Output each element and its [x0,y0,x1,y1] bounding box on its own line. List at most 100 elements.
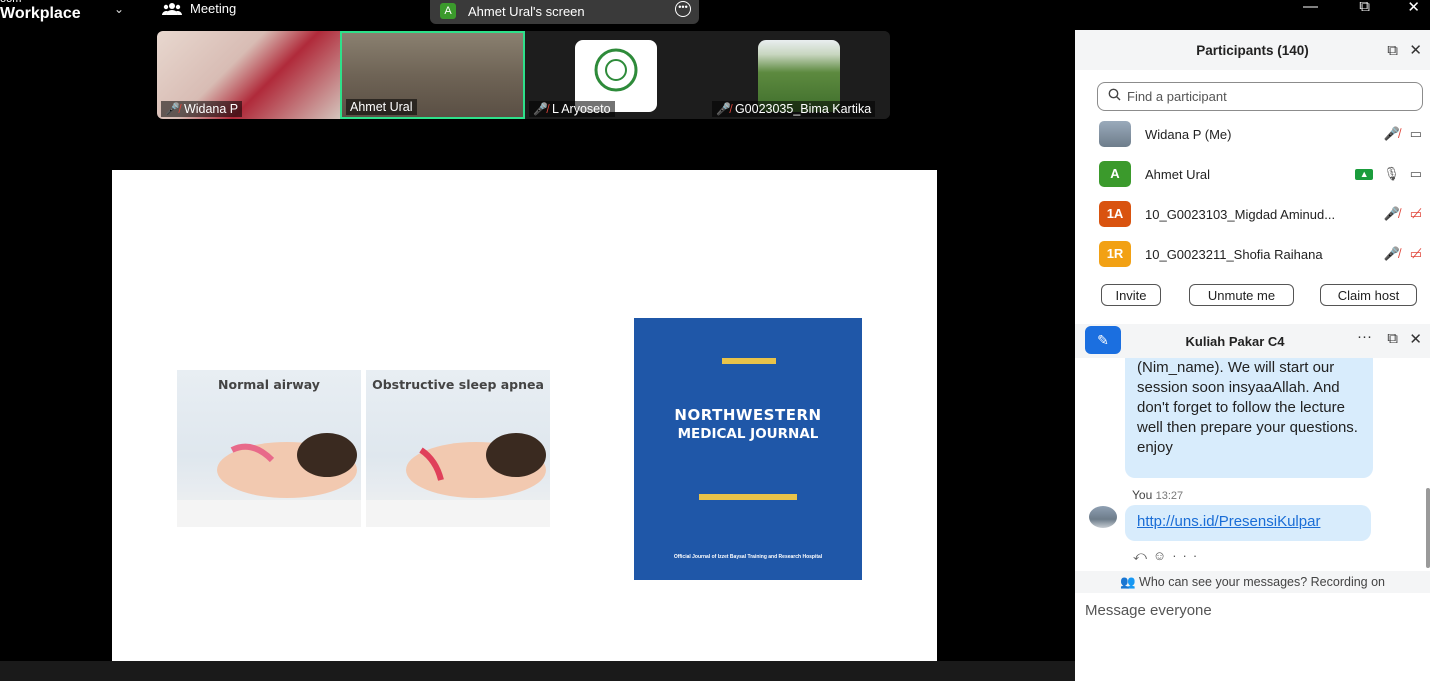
sleep-apnea-panel: Obstructive sleep apnea [366,370,550,527]
participant-name: Widana P (Me) [1145,126,1232,142]
journal-title: NORTHWESTERN MEDICAL JOURNAL [634,406,862,442]
mic-muted-icon: 🎤̸ [165,102,180,116]
tile-name-tag: 🎤̸ Widana P [161,101,243,117]
chat-scrollbar[interactable] [1426,488,1430,568]
participant-controls: 🎤̸ ▭̸ [1384,206,1422,222]
participant-controls: 🎤̸ ▭̸ [1384,246,1422,262]
participant-row[interactable]: Widana P (Me) 🎤̸ ▭ [1075,114,1430,154]
zoom-window: oom Workplace ⌄ Meeting A Ahmet Ural's s… [0,0,1430,681]
tile-name-tag: 🎤̸ L Aryoseto [529,101,615,117]
issn-tag [722,358,776,364]
video-icon[interactable]: ▭ [1410,126,1422,142]
participants-header: Participants (140) ⧉ ✕ [1075,30,1430,70]
journal-title-line1: NORTHWESTERN [674,406,822,424]
video-thumbnail-strip: 🎤̸ Widana P Ahmet Ural 🎤̸ L Aryoseto 🎤̸ … [157,31,890,119]
message-time: 13:27 [1155,490,1184,502]
minimize-button[interactable]: — [1303,0,1318,15]
close-icon[interactable]: ✕ [1409,330,1422,348]
chat-title: Kuliah Pakar C4 [1185,334,1285,349]
claim-host-button[interactable]: Claim host [1320,284,1417,306]
unmute-me-button[interactable]: Unmute me [1189,284,1294,306]
tile-name: L Aryoseto [551,102,611,116]
pop-out-icon[interactable]: ⧉ [1387,30,1398,72]
top-bar: oom Workplace ⌄ Meeting A Ahmet Ural's s… [0,0,1075,30]
video-tile[interactable]: 🎤̸ L Aryoseto [525,31,708,119]
participant-name: 10_G0023211_Shofia Raihana [1145,246,1323,262]
visibility-notice[interactable]: 👥 Who can see your messages? Recording o… [1075,571,1430,593]
avatar: 1R [1099,241,1131,267]
avatar: 1A [1099,201,1131,227]
mic-muted-icon: 🎤̸ [533,102,548,116]
video-off-icon[interactable]: ▭̸ [1410,206,1422,222]
more-icon[interactable]: ··· [1172,548,1203,563]
more-icon[interactable]: ··· [1357,328,1372,345]
message-sender: You 13:27 [1132,488,1183,502]
participants-title: Participants (140) [1196,43,1309,58]
invite-button[interactable]: Invite [1101,284,1161,306]
volume-tag [699,494,797,500]
video-tile-active-speaker[interactable]: Ahmet Ural [340,31,525,119]
meeting-label: Meeting [190,1,237,16]
brand-line2: Workplace [0,5,81,22]
participant-name: Ahmet Ural [1145,166,1211,182]
emoji-icon[interactable]: ☺ [1153,548,1172,563]
chat-messages: (Nim_name). We will start our session so… [1075,358,1430,599]
window-controls: — ⧉ ✕ [1280,0,1430,18]
participant-row[interactable]: A Ahmet Ural ▲ 🎙 ▭ [1075,154,1430,194]
chevron-down-icon[interactable]: ⌄ [114,2,124,16]
tile-name: Widana P [183,102,239,116]
journal-cover: NORTHWESTERN MEDICAL JOURNAL Official Jo… [634,318,862,580]
video-tile[interactable]: 🎤̸ G0023035_Bima Kartika [708,31,890,119]
people-icon: 👥 [1119,575,1136,589]
search-icon [1108,88,1121,106]
airway-illustration: Normal airway Obstructive sleep apnea [177,370,551,527]
avatar [1099,121,1131,147]
mic-icon[interactable]: 🎙 [1383,166,1400,182]
journal-footer: Official Journal of Izzet Baysal Trainin… [673,554,823,560]
participant-controls: 🎤̸ ▭ [1384,126,1422,142]
side-panel: Participants (140) ⧉ ✕ Widana P (Me) 🎤̸ … [1075,30,1430,681]
more-options-icon[interactable]: ••• [675,1,691,17]
reply-icon[interactable]: ⤺ [1133,548,1153,563]
participant-actions: Invite Unmute me Claim host [1075,284,1430,308]
shared-screen-slide: Normal airway Obstructive sleep apnea NO… [112,170,937,661]
brand-line1: oom [0,0,81,4]
pop-out-icon[interactable]: ⧉ [1387,330,1398,347]
tile-name-tag: Ahmet Ural [346,99,417,115]
restore-button[interactable]: ⧉ [1359,0,1370,15]
screen-share-indicator[interactable]: A Ahmet Ural's screen ••• [430,0,699,24]
video-icon[interactable]: ▭ [1410,166,1422,182]
tile-name: Ahmet Ural [350,100,413,114]
participant-row[interactable]: 1R 10_G0023211_Shofia Raihana 🎤̸ ▭̸ [1075,234,1430,274]
video-off-icon[interactable]: ▭̸ [1410,246,1422,262]
sharer-avatar: A [440,3,456,19]
participant-search[interactable] [1097,82,1423,111]
sender-name: You [1132,488,1153,502]
chat-link-message[interactable]: http://uns.id/PresensiKulpar [1125,505,1371,541]
tile-name-tag: 🎤̸ G0023035_Bima Kartika [712,101,876,117]
message-input[interactable] [1085,602,1415,619]
screen-share-icon: ▲ [1355,168,1374,180]
visibility-text: Who can see your messages? Recording on [1139,575,1386,589]
participant-controls: ▲ 🎙 ▭ [1355,166,1422,182]
video-tile[interactable]: 🎤̸ Widana P [157,31,340,119]
close-icon[interactable]: ✕ [1409,30,1422,72]
journal-title-line2: MEDICAL JOURNAL [677,426,819,442]
mic-muted-icon: 🎤̸ [716,102,731,116]
participants-group-icon [162,2,182,16]
mic-muted-icon[interactable]: 🎤̸ [1384,206,1400,222]
participant-row[interactable]: 1A 10_G0023103_Migdad Aminud... 🎤̸ ▭̸ [1075,194,1430,234]
chat-message: (Nim_name). We will start our session so… [1125,358,1373,478]
avatar: A [1099,161,1131,187]
meeting-menu[interactable]: Meeting [162,1,236,16]
search-input[interactable] [1127,89,1407,104]
close-button[interactable]: ✕ [1407,0,1420,16]
participant-list: Widana P (Me) 🎤̸ ▭ A Ahmet Ural ▲ 🎙 ▭ 1A… [1075,114,1430,274]
mic-muted-icon[interactable]: 🎤̸ [1384,246,1400,262]
participant-name: 10_G0023103_Migdad Aminud... [1145,206,1336,222]
avatar [1089,506,1117,528]
bottom-strip [0,661,1075,681]
app-brand: oom Workplace [0,0,81,22]
message-compose [1075,594,1430,681]
mic-muted-icon[interactable]: 🎤̸ [1384,126,1400,142]
